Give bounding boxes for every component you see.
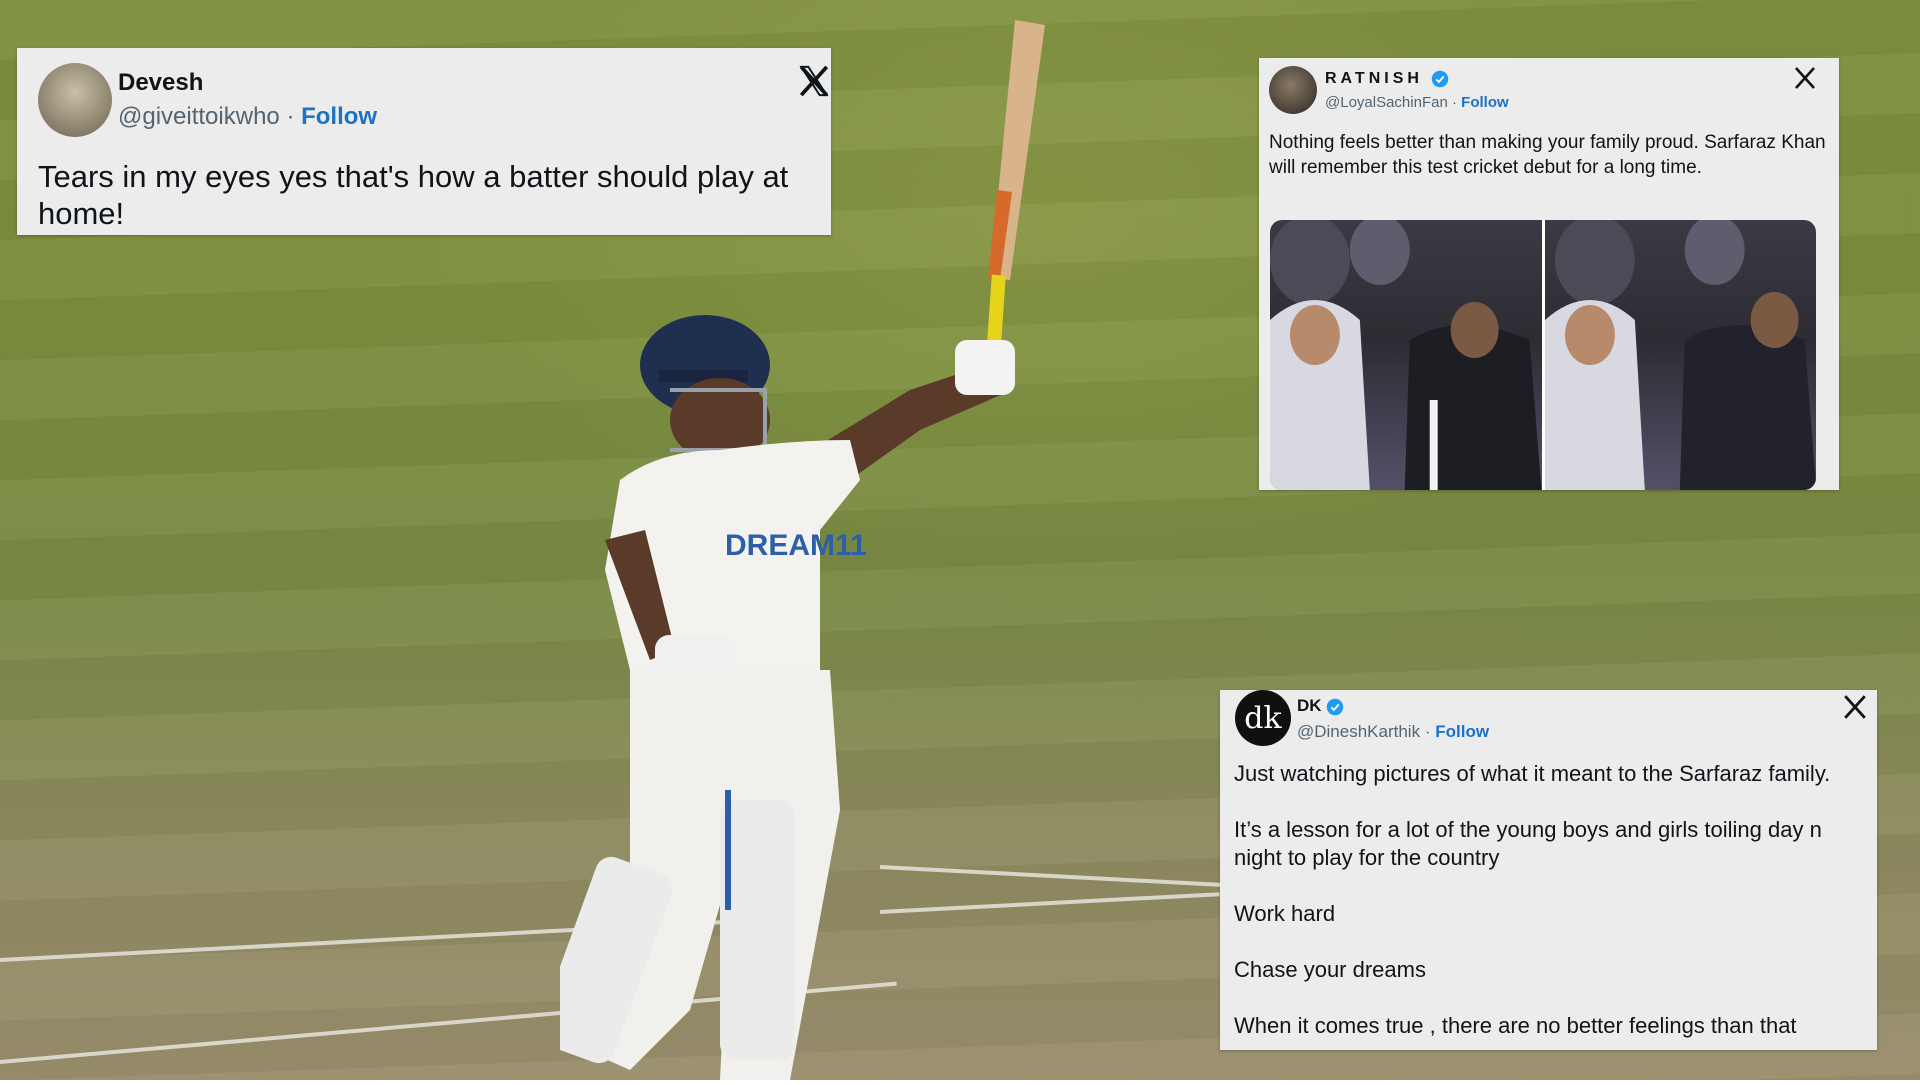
avatar[interactable]: dk — [1235, 690, 1291, 746]
follow-button[interactable]: Follow — [1435, 722, 1489, 741]
tweet-photo[interactable] — [1544, 220, 1816, 490]
tweet-paragraph: It’s a lesson for a lot of the young boy… — [1234, 817, 1822, 870]
tweet-paragraph: Chase your dreams — [1234, 957, 1426, 982]
author-name[interactable]: Devesh — [118, 69, 203, 97]
x-logo-icon[interactable] — [797, 64, 831, 98]
separator-dot: · — [1451, 94, 1457, 111]
author-handle[interactable]: @LoyalSachinFan — [1325, 94, 1448, 111]
author-name[interactable]: DK — [1297, 696, 1322, 715]
jersey-sponsor-text: DREAM11 — [725, 529, 867, 562]
tweet-card-dk[interactable]: dk DK @DineshKarthik · Follow Just watch… — [1220, 690, 1877, 1050]
verified-badge-icon — [1327, 698, 1344, 715]
tweet-text: Just watching pictures of what it meant … — [1234, 760, 1874, 1068]
author-handle-row: @giveittoikwho · Follow — [118, 103, 377, 131]
avatar[interactable] — [1269, 66, 1317, 114]
author-handle-row: @DineshKarthik · Follow — [1297, 722, 1489, 742]
tweet-paragraph: Just watching pictures of what it meant … — [1234, 761, 1831, 786]
author-name[interactable]: RATNISH — [1325, 70, 1423, 87]
tweet-card-ratnish[interactable]: RATNISH @LoyalSachinFan · Follow Nothing… — [1259, 58, 1839, 490]
follow-button[interactable]: Follow — [301, 103, 377, 130]
tweet-paragraph: When it comes true , there are no better… — [1234, 1013, 1797, 1038]
x-logo-icon[interactable] — [1842, 694, 1868, 720]
family-celebrating-image — [1544, 220, 1816, 490]
author-name-row: DK — [1297, 696, 1344, 716]
author-handle[interactable]: @giveittoikwho — [118, 103, 280, 130]
follow-button[interactable]: Follow — [1461, 94, 1509, 111]
tweet-text: Nothing feels better than making your fa… — [1269, 132, 1826, 178]
x-logo-icon[interactable] — [1793, 66, 1817, 90]
separator-dot: · — [1424, 722, 1431, 741]
tweet-photo-grid — [1270, 220, 1816, 490]
tweet-paragraph: Work hard — [1234, 901, 1336, 926]
separator-dot: · — [286, 103, 295, 130]
tweet-text: Tears in my eyes yes that's how a batter… — [38, 159, 789, 231]
tweet-card-devesh[interactable]: Devesh @giveittoikwho · Follow Tears in … — [17, 48, 831, 235]
verified-badge-icon — [1432, 70, 1449, 88]
author-name-row: RATNISH — [1325, 70, 1449, 88]
tweet-photo[interactable] — [1270, 220, 1542, 490]
author-handle-row: @LoyalSachinFan · Follow — [1325, 94, 1509, 111]
avatar-initials: dk — [1244, 700, 1282, 736]
author-handle[interactable]: @DineshKarthik — [1297, 722, 1420, 741]
family-celebrating-image — [1270, 220, 1542, 490]
avatar[interactable] — [38, 63, 112, 137]
